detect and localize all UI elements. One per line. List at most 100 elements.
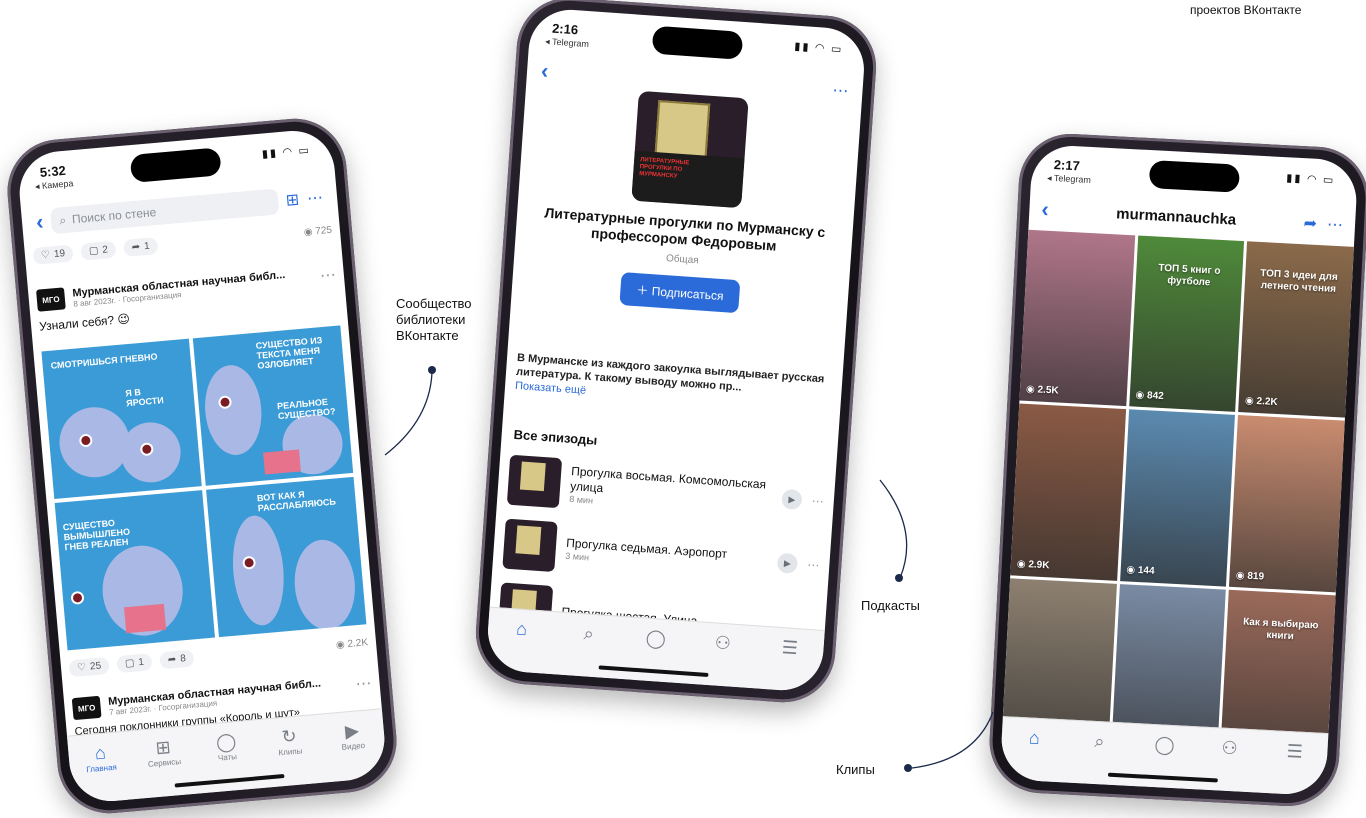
library-logo[interactable]: МГО [36, 287, 66, 312]
heart-icon: ♡ [76, 661, 87, 674]
tab-home[interactable]: ⌂ [1009, 726, 1060, 751]
vk-community-screen: 5:32 ◂ Камера ▮▮ ◠ ▭ ‹ ⌕ Поиск по стене … [16, 127, 388, 805]
clips-grid: ◉ 2.5K ТОП 5 книг о футболе ◉ 842 ТОП 3 иде… [1001, 229, 1354, 767]
clip-views: 2.9K [1028, 558, 1050, 572]
like-button[interactable]: ♡ 25 [68, 656, 110, 678]
post-comic-image[interactable]: СМОТРИШЬСЯ ГНЕВНО Я В ЯРОСТИ СУЩЕСТВО ИЗ… [41, 325, 367, 651]
episode-row[interactable]: Прогулка восьмая. Комсомольская улица 8 … [506, 453, 826, 529]
comment-button[interactable]: ▢ 1 [116, 653, 153, 674]
annotation-dot [895, 574, 903, 582]
tab-search[interactable]: ⌕ [1074, 729, 1125, 754]
chat-bubble-icon: ◯ [645, 627, 667, 649]
post-more-icon[interactable]: ⋯ [355, 673, 373, 694]
tab-label: Главная [85, 762, 118, 775]
episode-thumbnail [506, 454, 563, 509]
back-arrow-icon[interactable]: ‹ [540, 58, 549, 84]
clip-views: 144 [1137, 564, 1155, 577]
status-back-app[interactable]: ◂ Камера [35, 178, 74, 192]
clip-view-count: ◉ 2.9K [1017, 558, 1050, 571]
signal-wifi-battery-icon: ▮▮ ◠ ▭ [793, 40, 844, 56]
friends-icon: ⚇ [714, 632, 732, 654]
clip-views: 2.5K [1037, 384, 1059, 397]
comic-panel-1: СМОТРИШЬСЯ ГНЕВНО Я В ЯРОСТИ [41, 338, 202, 499]
phone-podcasts: 2:16 ◂ Telegram ▮▮ ◠ ▭ ‹ ⋯ ЛИТЕРАТУРНЫЕ … [472, 0, 880, 706]
episode-row[interactable]: Прогулка седьмая. Аэропорт 3 мин ▶ ⋯ [502, 517, 821, 593]
clip-tile[interactable]: ◉ 144 [1119, 409, 1236, 587]
share-icon: ➦ [131, 241, 141, 254]
tab-friends[interactable]: ⚇ [1204, 736, 1255, 761]
chat-bubble-icon: ◯ [1153, 734, 1176, 756]
podcast-cover: ЛИТЕРАТУРНЫЕ ПРОГУЛКИ ПО МУРМАНСКУ [631, 90, 749, 209]
comment-count: 1 [137, 656, 145, 669]
plus-icon: ＋ [635, 283, 649, 298]
like-count: 19 [53, 248, 66, 261]
tab-video[interactable]: ▶ Видео [326, 718, 379, 753]
share-icon[interactable]: ➦ [1303, 213, 1317, 234]
tab-clips[interactable]: ↻ Клипы [263, 723, 316, 758]
clip-view-count: ◉ 2.2K [1245, 396, 1278, 409]
add-post-icon[interactable]: ⊞ [285, 190, 300, 211]
clip-tile[interactable]: ТОП 5 книг о футболе ◉ 842 [1128, 235, 1245, 413]
wall-search-input[interactable]: ⌕ Поиск по стене [50, 188, 279, 235]
chat-bubble-icon: ◯ [215, 731, 238, 753]
comic-bubble-3: СУЩЕСТВО ИЗ ТЕКСТА МЕНЯ ОЗЛОБЛЯЕТ [255, 335, 323, 371]
search-icon: ⌕ [583, 623, 595, 644]
tab-services[interactable]: ⊞ Сервисы [137, 734, 190, 769]
more-icon[interactable]: ⋯ [1327, 214, 1344, 235]
annotation-podcasts: Подкасты [861, 598, 920, 613]
library-logo[interactable]: МГО [71, 695, 102, 721]
comment-button[interactable]: ▢ 2 [80, 240, 117, 261]
status-back-app[interactable]: ◂ Telegram [545, 36, 589, 50]
more-icon[interactable]: ⋯ [306, 187, 324, 208]
eye-icon: ◉ [1016, 558, 1029, 570]
tab-menu[interactable]: ☰ [764, 635, 815, 660]
subscribe-label: Подписаться [651, 284, 724, 304]
tab-friends[interactable]: ⚇ [697, 630, 748, 655]
post-more-icon[interactable]: ⋯ [319, 265, 337, 286]
clip-tile[interactable]: ◉ 2.9K [1010, 403, 1126, 581]
clip-caption: ТОП 3 идеи для летнего чтения [1260, 267, 1338, 295]
annotation-vk-community: Сообщество библиотеки ВКонтакте [396, 296, 472, 344]
clip-view-count: ◉ 842 [1135, 390, 1164, 402]
more-icon[interactable]: ⋯ [807, 558, 820, 573]
dynamic-island [1148, 160, 1241, 193]
tab-chats[interactable]: ◯ [630, 626, 681, 651]
heart-icon: ♡ [40, 249, 51, 262]
tab-chats[interactable]: ◯ [1139, 732, 1190, 757]
clip-tile[interactable]: ТОП 3 идеи для летнего чтения ◉ 2.2K [1238, 241, 1354, 418]
services-grid-icon: ⊞ [154, 736, 172, 759]
play-icon[interactable]: ▶ [781, 488, 803, 511]
phone-vk-community: 5:32 ◂ Камера ▮▮ ◠ ▭ ‹ ⌕ Поиск по стене … [3, 114, 401, 818]
tab-chats[interactable]: ◯ Чаты [200, 729, 253, 764]
eye-icon: ◉ [1025, 384, 1038, 396]
subscribe-button[interactable]: ＋ Подписаться [619, 272, 741, 314]
phone-clips: 2:17 ◂ Telegram ▮▮ ◠ ▭ ‹ murmannauchka ➦… [986, 131, 1366, 809]
signal-wifi-battery-icon: ▮▮ ◠ ▭ [1286, 172, 1336, 187]
share-icon: ➦ [167, 654, 177, 666]
tab-home[interactable]: ⌂ [496, 616, 547, 641]
signal-wifi-battery-icon: ▮▮ ◠ ▭ [261, 144, 312, 161]
tab-home[interactable]: ⌂ Главная [74, 740, 127, 775]
repost-button[interactable]: ➦ 8 [159, 649, 195, 670]
comic-bubble-5: СУЩЕСТВО ВЫМЫШЛЕНО ГНЕВ РЕАЛЕН [62, 517, 131, 553]
status-back-app[interactable]: ◂ Telegram [1047, 173, 1091, 186]
comic-panel-2: СУЩЕСТВО ИЗ ТЕКСТА МЕНЯ ОЗЛОБЛЯЕТ РЕАЛЬН… [192, 325, 354, 486]
play-icon[interactable]: ▶ [776, 552, 799, 574]
tab-menu[interactable]: ☰ [1269, 739, 1320, 764]
episode-thumbnail [502, 518, 558, 573]
show-more-link[interactable]: Показать ещё [515, 380, 587, 397]
more-icon[interactable]: ⋯ [832, 80, 849, 101]
clip-tile[interactable]: ◉ 2.5K [1019, 229, 1135, 407]
more-icon[interactable]: ⋯ [811, 494, 824, 509]
home-icon: ⌂ [93, 742, 107, 764]
tab-search[interactable]: ⌕ [563, 621, 614, 646]
episodes-header: Все эпизоды [513, 426, 598, 448]
like-button[interactable]: ♡ 19 [32, 244, 74, 265]
tab-label: Видео [341, 740, 366, 752]
repost-button[interactable]: ➦ 1 [123, 237, 159, 257]
clip-tile[interactable]: ◉ 819 [1229, 415, 1345, 593]
comic-panel-4: ВОТ КАК Я РАССЛАБЛЯЮСЬ [206, 476, 367, 638]
like-count: 25 [89, 660, 102, 673]
search-placeholder: Поиск по стене [71, 205, 157, 227]
back-arrow-icon[interactable]: ‹ [35, 209, 45, 236]
